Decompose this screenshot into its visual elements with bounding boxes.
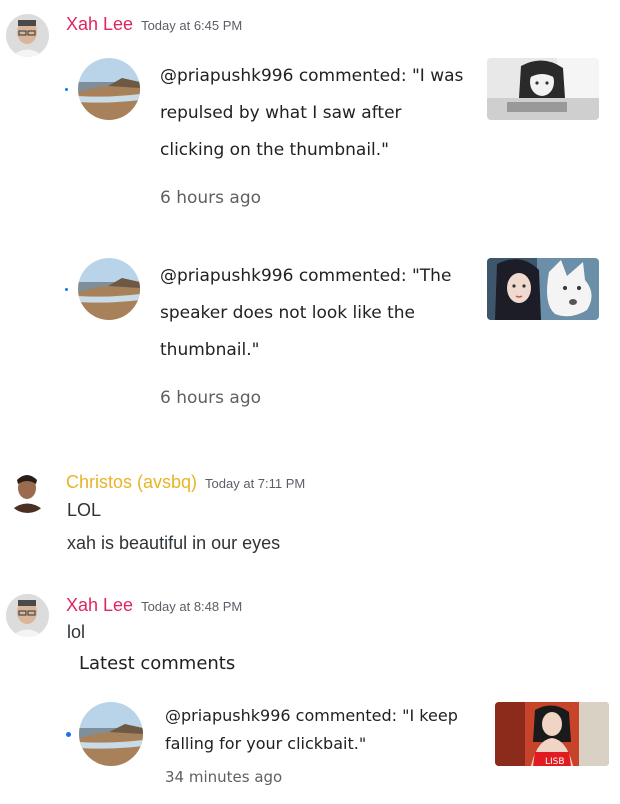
username[interactable]: Xah Lee Today at 8:48 PM <box>66 595 242 616</box>
username-text[interactable]: Xah Lee <box>66 595 133 615</box>
message-christos: Christos (avsbq) Today at 7:11 PM LOL xah… <box>0 460 620 570</box>
message-xah-lee-1: Xah Lee Today at 6:45 PM @priapushk996 co… <box>0 0 620 430</box>
notification-item[interactable]: @priapushk996 commented: "I was repulsed… <box>0 58 620 228</box>
notification-time: 34 minutes ago <box>165 768 283 786</box>
timestamp: Today at 8:48 PM <box>141 599 243 614</box>
username-text[interactable]: Xah Lee <box>66 14 133 34</box>
avatar[interactable] <box>6 14 49 57</box>
notification-text: @priapushk996 commented: "The speaker do… <box>160 266 452 360</box>
notification-text: @priapushk996 commented: "I was repulsed… <box>160 66 464 160</box>
girl-in-red-thumbnail-icon[interactable]: LISB <box>495 702 609 766</box>
username[interactable]: Xah Lee Today at 6:45 PM <box>66 14 242 35</box>
avatar[interactable] <box>6 594 49 637</box>
commenter-avatar <box>78 258 140 320</box>
message-line: lol <box>67 622 86 642</box>
unread-dot-icon <box>65 288 68 291</box>
unread-dot-icon <box>66 732 71 737</box>
notification-text: @priapushk996 commented: "I keep falling… <box>165 706 458 753</box>
notification-time: 6 hours ago <box>160 388 262 408</box>
avatar[interactable] <box>6 470 49 513</box>
commenter-avatar <box>79 702 143 766</box>
message-line: LOL <box>67 500 102 520</box>
anime-girl-at-computer-thumbnail-icon[interactable] <box>487 58 599 120</box>
notification-item[interactable]: @priapushk996 commented: "The speaker do… <box>0 258 620 428</box>
message-line: xah is beautiful in our eyes <box>67 533 281 553</box>
timestamp: Today at 7:11 PM <box>205 476 306 491</box>
girl-with-white-wolf-thumbnail-icon[interactable] <box>487 258 599 320</box>
timestamp: Today at 6:45 PM <box>141 18 243 33</box>
unread-dot-icon <box>65 88 68 91</box>
commenter-avatar <box>78 58 140 120</box>
svg-text:LISB: LISB <box>545 757 565 766</box>
notification-time: 6 hours ago <box>160 188 262 208</box>
username[interactable]: Christos (avsbq) Today at 7:11 PM <box>66 472 305 493</box>
notification-item[interactable]: @priapushk996 commented: "I keep falling… <box>0 702 620 802</box>
username-text[interactable]: Christos (avsbq) <box>66 472 197 492</box>
latest-comments-header: Latest comments <box>79 653 236 674</box>
